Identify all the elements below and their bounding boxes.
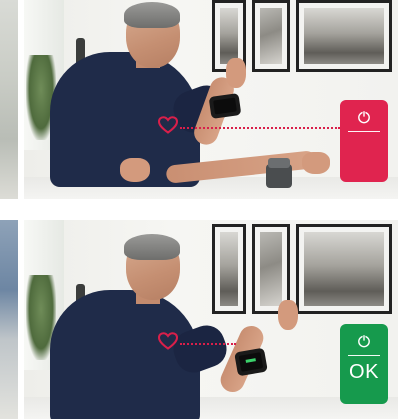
card-divider bbox=[348, 355, 380, 356]
raised-hand bbox=[226, 58, 246, 88]
status-card-alert bbox=[340, 100, 388, 182]
heart-outline-icon bbox=[158, 116, 178, 134]
raised-hand bbox=[278, 300, 298, 330]
left-photo-strip-bottom bbox=[0, 220, 18, 419]
left-photo-strip-top bbox=[0, 0, 18, 199]
person-hair bbox=[124, 2, 180, 28]
dotted-connector bbox=[180, 343, 236, 345]
power-icon bbox=[358, 110, 370, 124]
card-divider bbox=[348, 131, 380, 132]
dotted-connector bbox=[180, 127, 340, 129]
wall-frame bbox=[296, 224, 392, 314]
photo-panel-measuring bbox=[24, 0, 398, 199]
status-card-ok: OK bbox=[340, 324, 388, 404]
power-icon bbox=[358, 334, 370, 348]
resting-hand bbox=[120, 158, 150, 182]
wrist-monitor bbox=[208, 93, 242, 119]
resting-hand bbox=[302, 152, 330, 174]
heart-outline-icon bbox=[158, 332, 178, 350]
wall-frame bbox=[296, 0, 392, 72]
status-card-text: OK bbox=[349, 361, 379, 383]
photo-panel-result: OK bbox=[24, 220, 398, 419]
bp-cuff-device bbox=[266, 158, 292, 188]
person-hair bbox=[124, 234, 180, 260]
wall-frame bbox=[252, 0, 290, 72]
wall-frame bbox=[212, 224, 246, 314]
wrist-monitor bbox=[234, 347, 268, 377]
